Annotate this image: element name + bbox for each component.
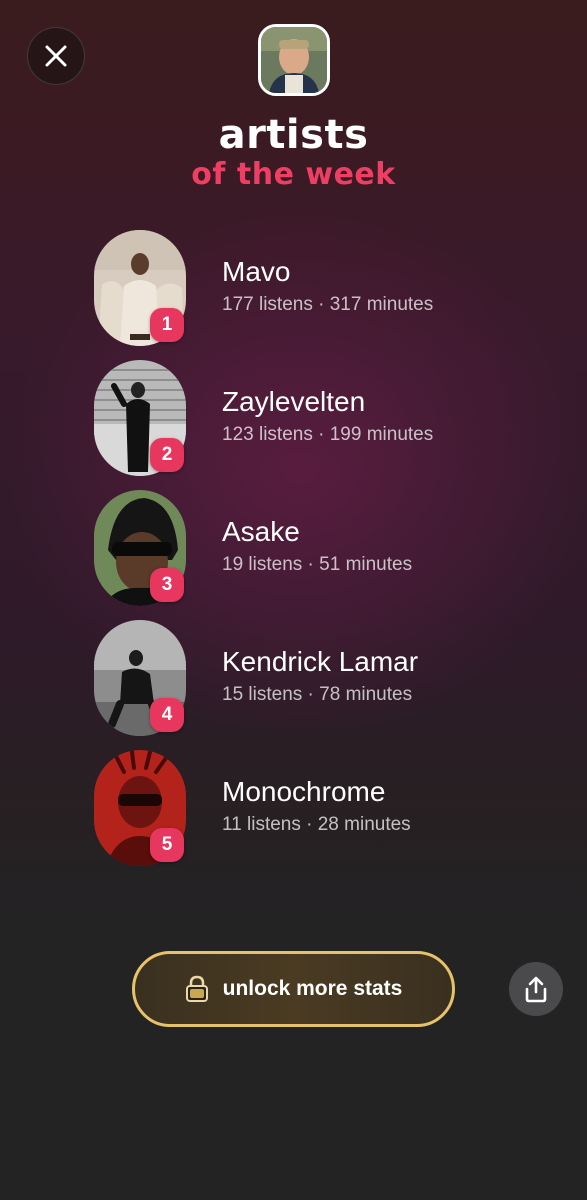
unlock-more-stats-button[interactable]: unlock more stats [132, 951, 455, 1027]
artist-name: Asake [222, 516, 300, 547]
rank-badge: 2 [150, 438, 184, 472]
artist-name: Monochrome [222, 776, 386, 807]
artist-row[interactable]: 3 Asake 19 listens · 51 minutes [94, 490, 554, 606]
artist-stats: 11 listens · 28 minutes [222, 814, 411, 835]
close-button[interactable] [27, 27, 85, 85]
artist-stats: 123 listens · 199 minutes [222, 424, 434, 445]
artist-row[interactable]: 5 Monochrome 11 listens · 28 minutes [94, 750, 554, 866]
user-avatar-image [261, 27, 327, 93]
rank-badge: 5 [150, 828, 184, 862]
page-subtitle: of the week [191, 157, 396, 192]
share-icon [525, 976, 547, 1003]
artist-stats: 15 listens · 78 minutes [222, 684, 413, 705]
artist-row[interactable]: 2 Zaylevelten 123 listens · 199 minutes [94, 360, 554, 476]
share-button[interactable] [509, 962, 563, 1016]
user-avatar[interactable] [258, 24, 330, 96]
page-title: artists [218, 112, 369, 158]
artist-name: Mavo [222, 256, 291, 287]
artist-stats: 19 listens · 51 minutes [222, 554, 413, 575]
rank-badge: 3 [150, 568, 184, 602]
artist-row[interactable]: 4 Kendrick Lamar 15 listens · 78 minutes [94, 620, 554, 736]
artist-row[interactable]: 1 Mavo 177 listens · 317 minutes [94, 230, 554, 346]
lock-icon [185, 975, 208, 1002]
artist-name: Kendrick Lamar [222, 646, 419, 677]
unlock-label: unlock more stats [222, 977, 403, 1000]
artist-name: Zaylevelten [222, 386, 366, 417]
close-icon [45, 45, 67, 67]
rank-badge: 1 [150, 308, 184, 342]
rank-badge: 4 [150, 698, 184, 732]
artist-stats: 177 listens · 317 minutes [222, 294, 434, 315]
